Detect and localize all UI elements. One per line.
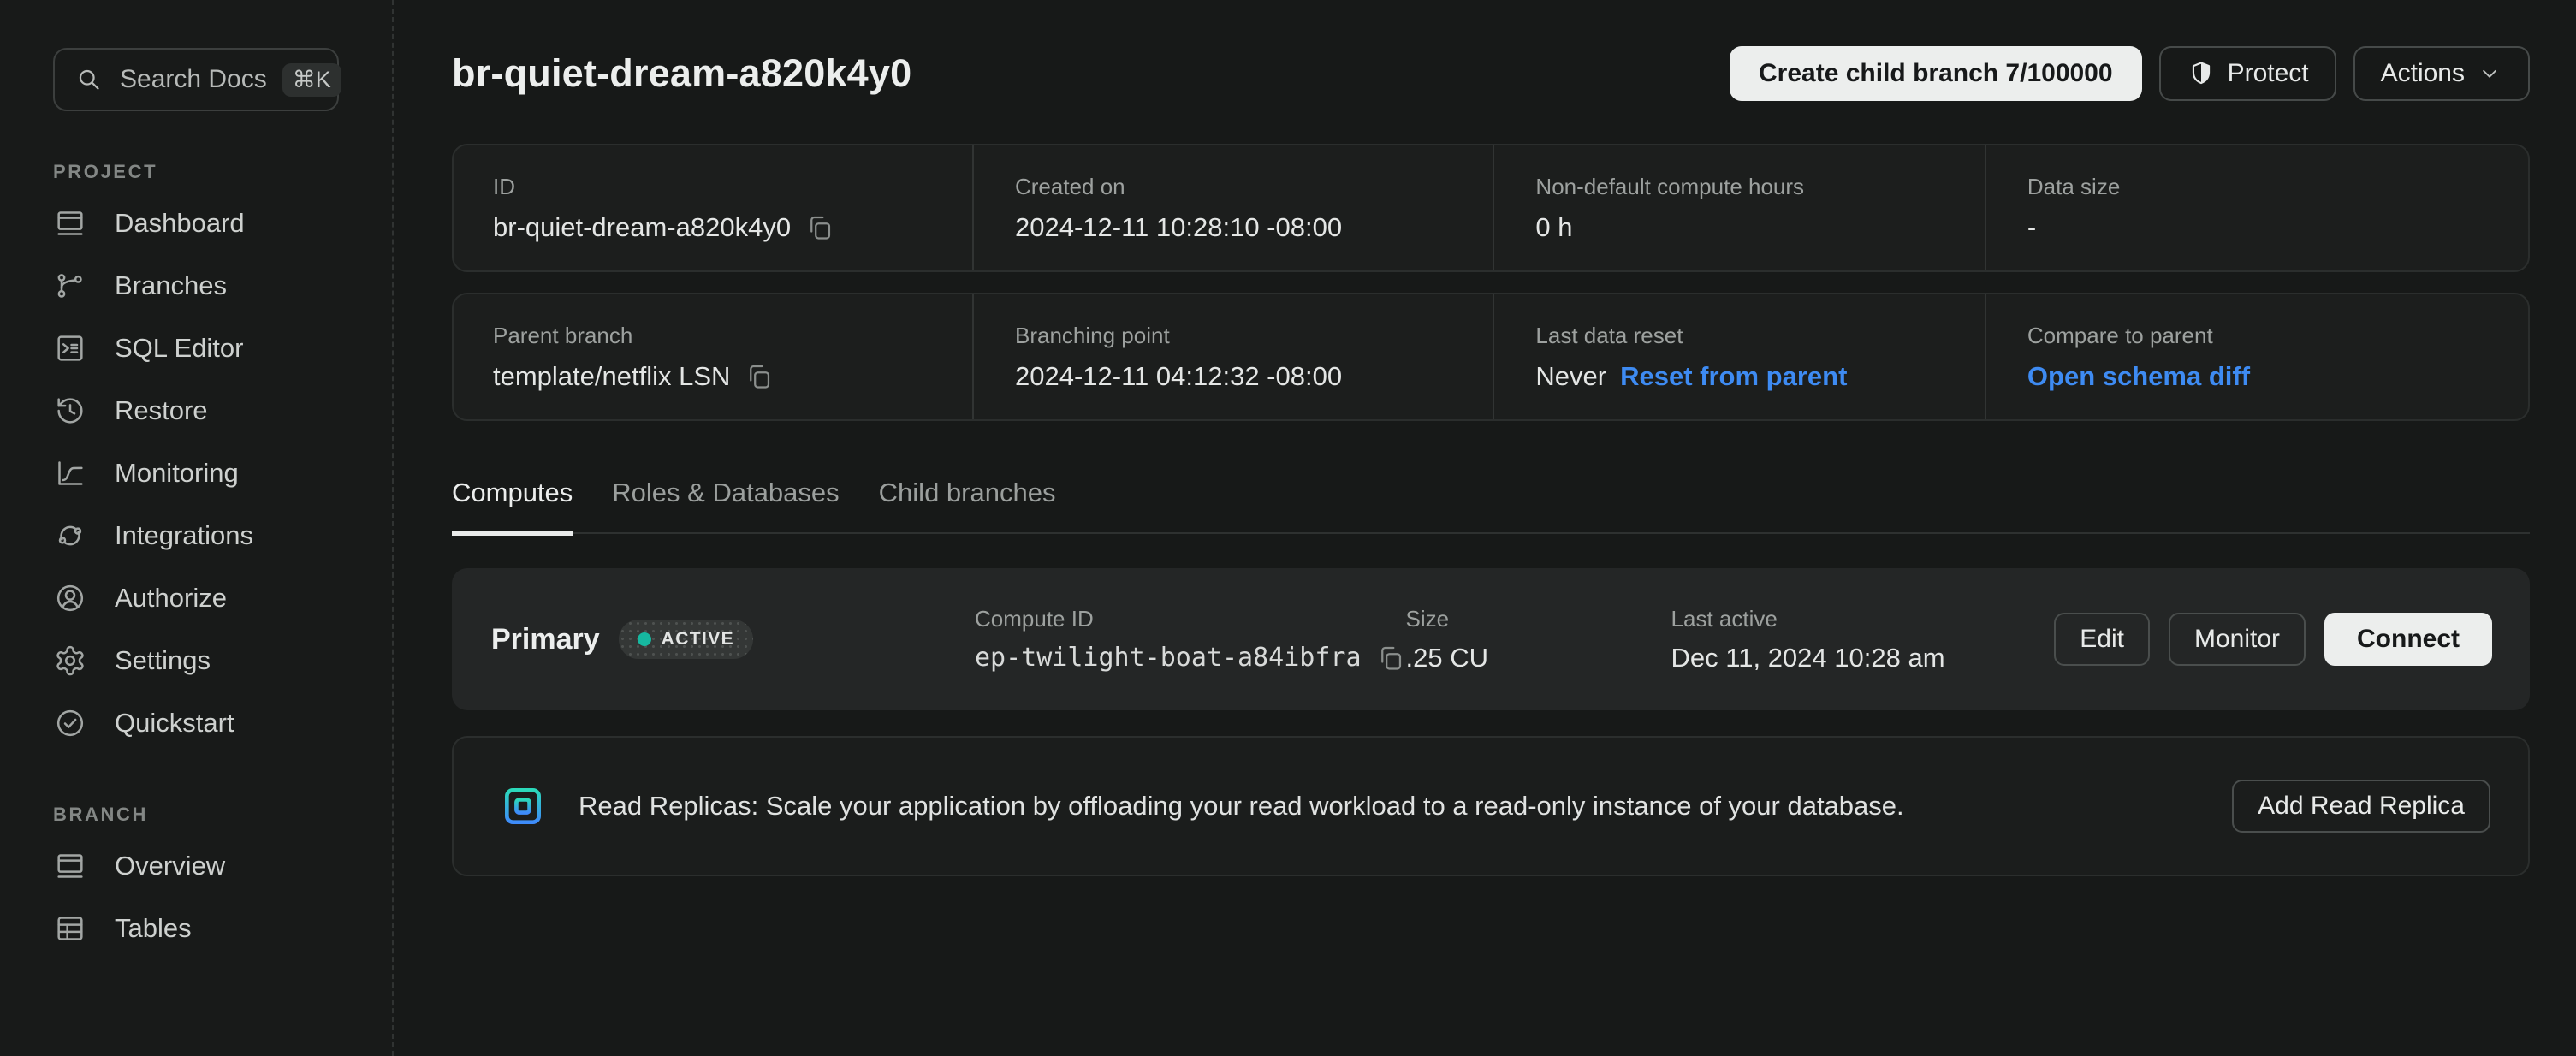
- gear-icon: [53, 644, 87, 678]
- sidebar-item-branches[interactable]: Branches: [53, 254, 363, 317]
- git-branch-icon: [53, 269, 87, 303]
- terminal-icon: [53, 331, 87, 365]
- chevron-down-icon: [2477, 61, 2502, 86]
- sidebar-item-sql-editor[interactable]: SQL Editor: [53, 317, 363, 379]
- info-cell-compare-to-parent: Compare to parent Open schema diff: [1985, 294, 2528, 419]
- compute-size-value: .25 CU: [1406, 643, 1671, 673]
- status-badge: ACTIVE: [619, 620, 753, 659]
- compute-name-wrap: Primary ACTIVE: [491, 620, 975, 659]
- sidebar-item-integrations[interactable]: Integrations: [53, 504, 363, 567]
- read-replicas-banner: Read Replicas: Scale your application by…: [452, 736, 2530, 876]
- last-active-value: Dec 11, 2024 10:28 am: [1671, 643, 2055, 673]
- edit-button[interactable]: Edit: [2054, 613, 2150, 666]
- history-clock-icon: [53, 394, 87, 428]
- branching-point-value: 2024-12-11 04:12:32 -08:00: [1015, 361, 1467, 392]
- compute-buttons: Edit Monitor Connect: [2054, 613, 2492, 666]
- sidebar-item-monitoring[interactable]: Monitoring: [53, 442, 363, 504]
- compute-size-cell: Size .25 CU: [1406, 606, 1671, 673]
- user-circle-icon: [53, 581, 87, 615]
- search-icon: [74, 64, 104, 95]
- info-cell-compute-hours: Non-default compute hours 0 h: [1493, 145, 1984, 270]
- main-content: br-quiet-dream-a820k4y0 Create child bra…: [394, 0, 2576, 1056]
- sidebar-item-dashboard[interactable]: Dashboard: [53, 192, 363, 254]
- sidebar-item-quickstart[interactable]: Quickstart: [53, 691, 363, 754]
- page-title: br-quiet-dream-a820k4y0: [452, 51, 911, 96]
- primary-compute-row: Primary ACTIVE Compute ID ep-twilight-bo…: [452, 568, 2530, 710]
- info-cell-id: ID br-quiet-dream-a820k4y0: [454, 145, 972, 270]
- sidebar-item-overview[interactable]: Overview: [53, 834, 363, 897]
- sync-arrows-icon: [53, 519, 87, 553]
- branch-id-card: ID br-quiet-dream-a820k4y0 Created on 20…: [452, 144, 2530, 272]
- info-cell-data-size: Data size -: [1985, 145, 2528, 270]
- copy-icon[interactable]: [1375, 643, 1406, 673]
- data-size-value: -: [2027, 212, 2502, 243]
- open-schema-diff-link[interactable]: Open schema diff: [2027, 361, 2250, 392]
- compute-id-cell: Compute ID ep-twilight-boat-a84ibfra: [975, 606, 1406, 673]
- app-window: Search Docs ⌘K PROJECT Dashboard Branche…: [0, 0, 2576, 1056]
- protect-button[interactable]: Protect: [2159, 46, 2336, 101]
- info-cell-branching-point: Branching point 2024-12-11 04:12:32 -08:…: [972, 294, 1493, 419]
- cpu-chip-icon: [493, 776, 553, 836]
- dashboard-icon: [53, 206, 87, 240]
- table-grid-icon: [53, 911, 87, 946]
- create-child-branch-button[interactable]: Create child branch 7/100000: [1730, 46, 2142, 101]
- copy-icon[interactable]: [804, 212, 835, 243]
- sidebar: Search Docs ⌘K PROJECT Dashboard Branche…: [0, 0, 394, 1056]
- compute-name: Primary: [491, 623, 600, 656]
- check-circle-icon: [53, 706, 87, 740]
- connect-button[interactable]: Connect: [2324, 613, 2492, 666]
- compute-id-value: ep-twilight-boat-a84ibfra: [975, 643, 1362, 673]
- read-replicas-message: Read Replicas: Scale your application by…: [579, 791, 1904, 822]
- tab-computes[interactable]: Computes: [452, 474, 573, 536]
- parent-branch-card: Parent branch template/netflix LSN Branc…: [452, 293, 2530, 421]
- search-docs-input[interactable]: Search Docs ⌘K: [53, 48, 339, 111]
- search-shortcut-badge: ⌘K: [282, 63, 341, 97]
- add-read-replica-button[interactable]: Add Read Replica: [2232, 780, 2490, 833]
- sidebar-section-branch: BRANCH: [53, 804, 363, 826]
- sidebar-item-tables[interactable]: Tables: [53, 897, 363, 959]
- copy-icon[interactable]: [744, 361, 775, 392]
- info-cell-created-on: Created on 2024-12-11 10:28:10 -08:00: [972, 145, 1493, 270]
- last-data-reset-value: Never: [1535, 361, 1606, 392]
- branch-id-value: br-quiet-dream-a820k4y0: [493, 212, 791, 243]
- tab-roles-databases[interactable]: Roles & Databases: [612, 474, 839, 536]
- shield-icon: [2187, 59, 2216, 88]
- info-cell-parent-branch: Parent branch template/netflix LSN: [454, 294, 972, 419]
- sidebar-item-restore[interactable]: Restore: [53, 379, 363, 442]
- browser-window-icon: [53, 849, 87, 883]
- tab-child-branches[interactable]: Child branches: [879, 474, 1056, 536]
- info-cell-last-data-reset: Last data reset Never Reset from parent: [1493, 294, 1984, 419]
- sidebar-item-settings[interactable]: Settings: [53, 629, 363, 691]
- compute-last-active-cell: Last active Dec 11, 2024 10:28 am: [1671, 606, 2055, 673]
- sidebar-section-project: PROJECT: [53, 161, 363, 183]
- monitor-button[interactable]: Monitor: [2169, 613, 2306, 666]
- search-placeholder: Search Docs: [120, 65, 267, 94]
- status-dot-icon: [638, 632, 651, 646]
- page-header: br-quiet-dream-a820k4y0 Create child bra…: [452, 46, 2530, 101]
- reset-from-parent-link[interactable]: Reset from parent: [1620, 361, 1847, 392]
- compute-hours-value: 0 h: [1535, 212, 1958, 243]
- sidebar-item-authorize[interactable]: Authorize: [53, 567, 363, 629]
- header-actions: Create child branch 7/100000 Protect Act…: [1730, 46, 2530, 101]
- chart-curve-icon: [53, 456, 87, 490]
- actions-button[interactable]: Actions: [2353, 46, 2530, 101]
- branch-tabs: Computes Roles & Databases Child branche…: [452, 474, 2530, 534]
- created-on-value: 2024-12-11 10:28:10 -08:00: [1015, 212, 1467, 243]
- parent-branch-value: template/netflix LSN: [493, 361, 730, 392]
